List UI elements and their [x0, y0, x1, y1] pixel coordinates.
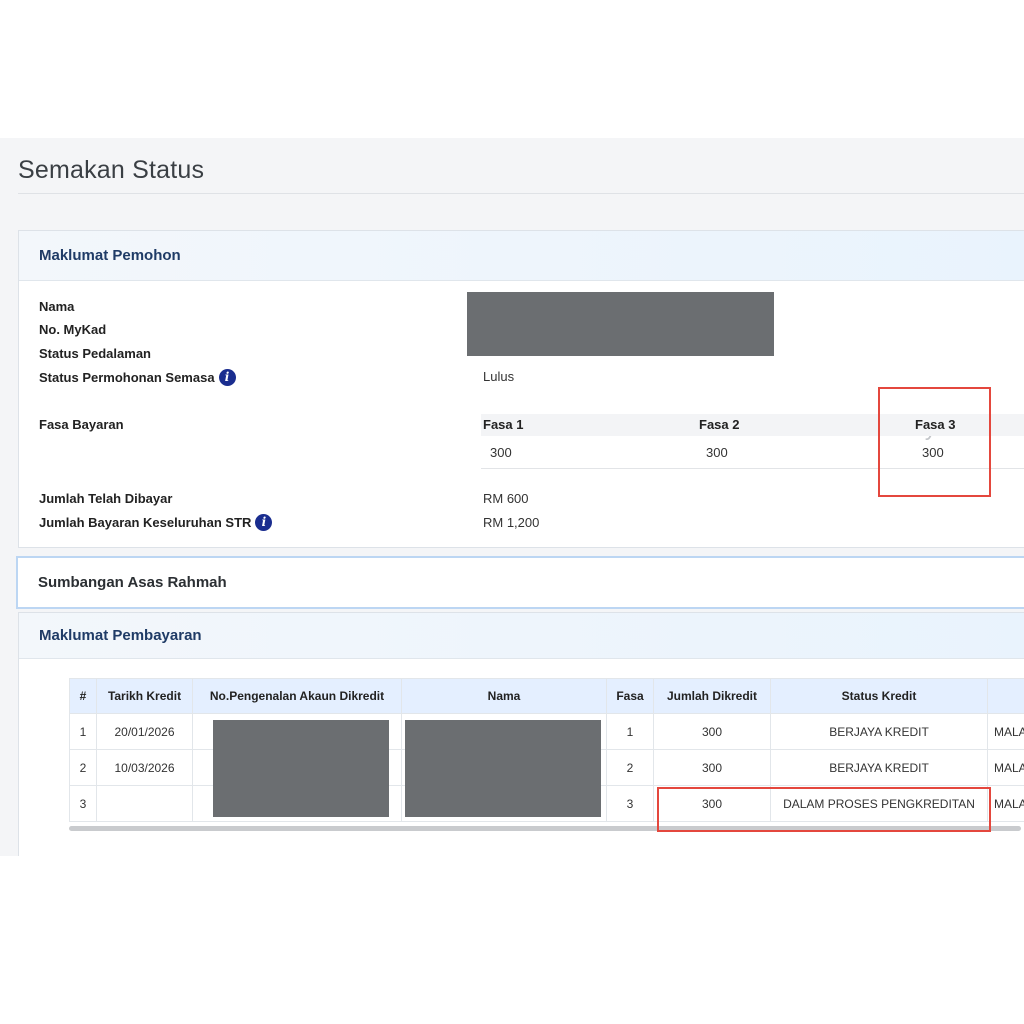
column-header[interactable]: [987, 678, 1024, 714]
tarikh-kredit: [96, 785, 193, 822]
jumlah-cell: 300: [653, 749, 771, 786]
fasa-cell: 2: [606, 749, 654, 786]
bank-cell: MALA: [987, 749, 1024, 786]
jumlah-cell: 300: [653, 713, 771, 750]
fasa-2-value: 300: [706, 445, 728, 460]
fasa-1-header: Fasa 1: [483, 417, 524, 432]
fasa-bayaran-label: Fasa Bayaran: [39, 417, 124, 432]
column-header[interactable]: Status Kredit: [770, 678, 988, 714]
rahmah-section-header[interactable]: Sumbangan Asas Rahmah: [16, 556, 1024, 609]
column-header[interactable]: No.Pengenalan Akaun Dikredit: [192, 678, 402, 714]
jumlah-str-value: RM 1,200: [483, 515, 540, 530]
status-cell: BERJAYA KREDIT: [770, 713, 988, 750]
pembayaran-card-header: Maklumat Pembayaran: [19, 613, 1024, 659]
tarikh-kredit: 20/01/2026: [96, 713, 193, 750]
rahmah-heading: Sumbangan Asas Rahmah: [38, 574, 227, 591]
info-icon[interactable]: i: [255, 514, 273, 532]
row-number: 1: [69, 713, 97, 750]
pemohon-card: Maklumat Pemohon Nama No. MyKad Status P…: [18, 230, 1024, 548]
fasa-cell: 3: [606, 785, 654, 822]
tarikh-kredit: 10/03/2026: [96, 749, 193, 786]
column-header[interactable]: Fasa: [606, 678, 654, 714]
bank-cell: MALA: [987, 785, 1024, 822]
status-cell: BERJAYA KREDIT: [770, 749, 988, 786]
pemohon-card-header: Maklumat Pemohon: [19, 231, 1024, 281]
screen: Semakan Status Maklumat Pemohon Nama No.…: [0, 138, 1024, 856]
column-header[interactable]: Jumlah Dikredit: [653, 678, 771, 714]
column-header[interactable]: #: [69, 678, 97, 714]
permohonan-label: Status Permohonan Semasa: [39, 370, 215, 385]
pedalaman-label: Status Pedalaman: [39, 346, 151, 361]
pembayaran-heading: Maklumat Pembayaran: [39, 627, 202, 644]
row-number: 3: [69, 785, 97, 822]
redacted-personal-info: [467, 292, 774, 356]
table-header-row: # Tarikh Kredit No.Pengenalan Akaun Dikr…: [69, 678, 1024, 714]
nama-label: Nama: [39, 299, 75, 314]
title-divider: [18, 193, 1024, 194]
jumlah-dibayar-label: Jumlah Telah Dibayar: [39, 491, 173, 506]
row-number: 2: [69, 749, 97, 786]
jumlah-str-label: Jumlah Bayaran Keseluruhan STR: [39, 515, 252, 530]
redacted-akaun: [213, 720, 389, 817]
info-icon[interactable]: i: [218, 369, 236, 387]
mykad-label: No. MyKad: [39, 322, 107, 337]
highlight-pengkreditan: [657, 787, 991, 832]
redacted-nama: [405, 720, 601, 817]
jumlah-str-label-row: Jumlah Bayaran Keseluruhan STR i: [39, 514, 273, 532]
bank-cell: MALA: [987, 713, 1024, 750]
fasa-2-header: Fasa 2: [699, 417, 740, 432]
fasa-cell: 1: [606, 713, 654, 750]
pemohon-heading: Maklumat Pemohon: [39, 247, 181, 264]
column-header[interactable]: Tarikh Kredit: [96, 678, 193, 714]
page-title: Semakan Status: [18, 156, 205, 184]
jumlah-dibayar-value: RM 600: [483, 491, 529, 506]
fasa-1-value: 300: [490, 445, 512, 460]
permohonan-label-row: Status Permohonan Semasa i: [39, 369, 236, 387]
permohonan-value: Lulus: [483, 369, 515, 384]
highlight-fasa-3: [878, 387, 991, 497]
column-header[interactable]: Nama: [401, 678, 607, 714]
